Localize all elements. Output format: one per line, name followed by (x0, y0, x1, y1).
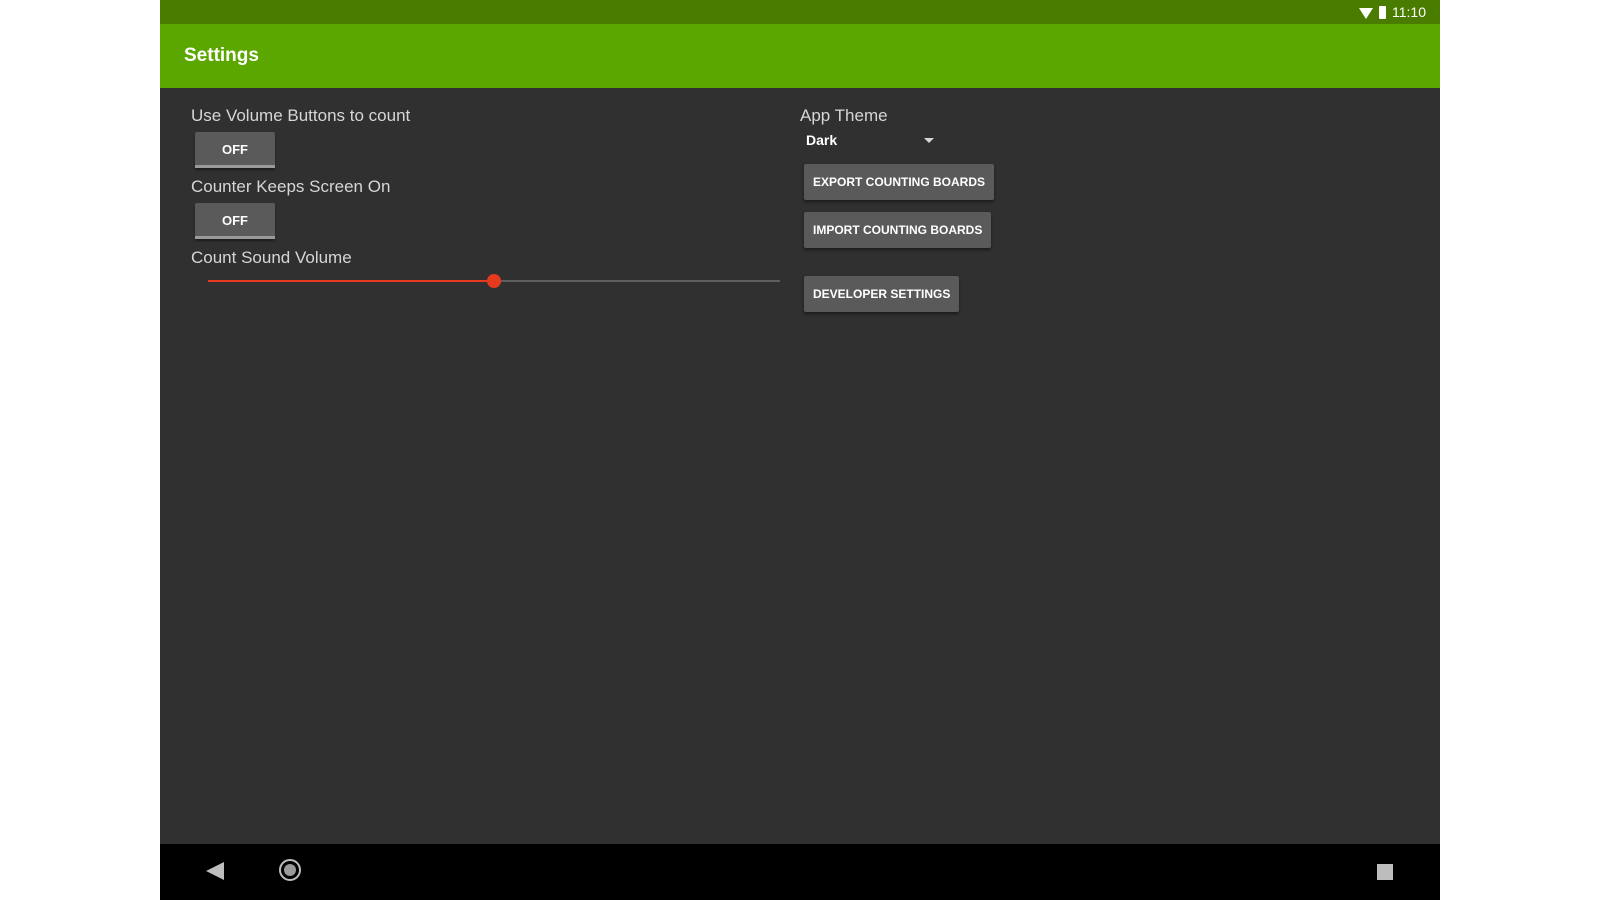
device-screen: 11:10 Settings Use Volume Buttons to cou… (160, 0, 1440, 900)
chevron-down-icon (924, 138, 934, 143)
developer-settings-button[interactable]: DEVELOPER SETTINGS (804, 276, 960, 312)
sound-volume-label: Count Sound Volume (191, 248, 352, 267)
battery-icon (1379, 5, 1386, 19)
wifi-icon (1359, 7, 1373, 19)
volume-buttons-toggle[interactable]: OFF (195, 132, 275, 168)
status-icons: 11:10 (1359, 4, 1426, 20)
import-counting-boards-button[interactable]: IMPORT COUNTING BOARDS (804, 212, 992, 248)
page-title: Settings (184, 45, 259, 66)
volume-buttons-label: Use Volume Buttons to count (191, 106, 411, 125)
keep-screen-on-label: Counter Keeps Screen On (191, 177, 391, 196)
home-icon[interactable] (279, 859, 301, 881)
status-time: 11:10 (1392, 4, 1426, 20)
slider-fill (208, 280, 494, 282)
app-theme-dropdown[interactable]: Dark (806, 128, 936, 152)
app-bar: Settings (160, 24, 1440, 88)
back-icon[interactable] (206, 862, 224, 880)
slider-thumb[interactable] (487, 274, 501, 288)
export-counting-boards-button[interactable]: EXPORT COUNTING BOARDS (804, 164, 995, 200)
app-theme-value: Dark (806, 132, 838, 148)
navigation-bar (160, 844, 1440, 900)
settings-content: Use Volume Buttons to count OFF Counter … (160, 88, 1440, 844)
sound-volume-slider[interactable] (208, 271, 780, 291)
status-bar: 11:10 (160, 0, 1440, 24)
recents-icon[interactable] (1377, 864, 1393, 880)
keep-screen-on-toggle[interactable]: OFF (195, 203, 275, 239)
app-theme-label: App Theme (800, 106, 888, 125)
